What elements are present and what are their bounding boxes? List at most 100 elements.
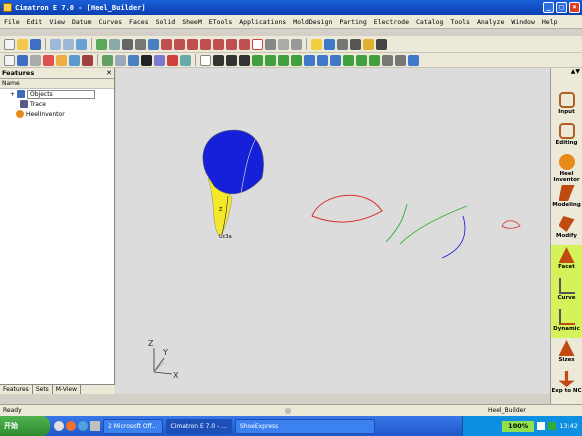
- start-button[interactable]: 开始: [0, 416, 50, 436]
- cube-back-icon[interactable]: [213, 38, 224, 50]
- cube-dim-icon[interactable]: [239, 38, 250, 50]
- project-icon[interactable]: [291, 54, 302, 66]
- guide-modeling[interactable]: Modeling: [551, 183, 582, 214]
- menu-parting[interactable]: Parting: [339, 18, 366, 26]
- merge-icon[interactable]: [343, 54, 354, 66]
- guide-dynamic[interactable]: Dynamic: [551, 307, 582, 338]
- menu-file[interactable]: File: [4, 18, 20, 26]
- menu-analyze[interactable]: Analyze: [477, 18, 504, 26]
- axis-icon[interactable]: [69, 54, 80, 66]
- spline-icon[interactable]: [239, 54, 250, 66]
- line-icon[interactable]: [200, 54, 211, 66]
- tab-m-view[interactable]: M-View: [53, 385, 82, 394]
- zoom-icon[interactable]: [122, 38, 133, 50]
- new-icon[interactable]: [4, 38, 15, 50]
- model-canvas[interactable]: Z Uc3a Z Y X: [116, 68, 550, 394]
- tree-item-trace[interactable]: Trace: [0, 99, 114, 109]
- guide-input[interactable]: Input: [551, 90, 582, 121]
- quicklaunch-media-icon[interactable]: [78, 421, 88, 431]
- quicklaunch-desktop-icon[interactable]: [90, 421, 100, 431]
- info-icon[interactable]: [324, 38, 335, 50]
- menu-curves[interactable]: Curves: [99, 18, 122, 26]
- trim-icon[interactable]: [265, 54, 276, 66]
- task-cimatron[interactable]: Cimatron E 7.0 - ...: [165, 418, 232, 434]
- arc-icon[interactable]: [213, 54, 224, 66]
- tab-features[interactable]: Features: [0, 385, 33, 394]
- menu-faces[interactable]: Faces: [129, 18, 149, 26]
- select-icon[interactable]: [109, 38, 120, 50]
- open-icon[interactable]: [17, 38, 28, 50]
- menu-applications[interactable]: Applications: [239, 18, 286, 26]
- datum-icon[interactable]: [17, 54, 28, 66]
- extend-icon[interactable]: [369, 54, 380, 66]
- menu-view[interactable]: View: [49, 18, 65, 26]
- tab-sets[interactable]: Sets: [33, 385, 53, 394]
- minimize-button[interactable]: _: [543, 2, 554, 13]
- view-icon[interactable]: [96, 38, 107, 50]
- guide-exp-to-nc[interactable]: Exp to NC: [551, 369, 582, 400]
- tree-item-heelinventor[interactable]: HeelInventor: [0, 109, 114, 119]
- check-icon[interactable]: [395, 54, 406, 66]
- panel-close-icon[interactable]: ✕: [106, 68, 112, 79]
- menu-sheem[interactable]: SheeM: [182, 18, 202, 26]
- menu-solid[interactable]: Solid: [156, 18, 176, 26]
- guide-curve[interactable]: Curve: [551, 276, 582, 307]
- export-icon[interactable]: [408, 54, 419, 66]
- blend-icon[interactable]: [141, 54, 152, 66]
- quicklaunch-ie-icon[interactable]: [54, 421, 64, 431]
- surface-icon[interactable]: [304, 54, 315, 66]
- menu-help[interactable]: Help: [542, 18, 558, 26]
- pan-icon[interactable]: [135, 38, 146, 50]
- csys-icon[interactable]: [82, 54, 93, 66]
- task-microsoft-office[interactable]: 2 Microsoft Off...: [103, 418, 163, 434]
- guide-editing[interactable]: Editing: [551, 121, 582, 152]
- tree-item-objects[interactable]: + Objects: [0, 89, 114, 99]
- guide-heel-inventor[interactable]: Heel Inventor: [551, 152, 582, 183]
- rotate-icon[interactable]: [148, 38, 159, 50]
- menu-catalog[interactable]: Catalog: [416, 18, 443, 26]
- menu-etools[interactable]: ETools: [209, 18, 232, 26]
- menu-electrode[interactable]: Electrode: [374, 18, 409, 26]
- paint-icon[interactable]: [363, 38, 374, 50]
- patch-icon[interactable]: [330, 54, 341, 66]
- close-button[interactable]: ×: [569, 2, 580, 13]
- grid-icon[interactable]: [350, 38, 361, 50]
- fillet-icon[interactable]: [278, 54, 289, 66]
- light-icon[interactable]: [311, 38, 322, 50]
- save-icon[interactable]: [30, 38, 41, 50]
- menu-window[interactable]: Window: [511, 18, 534, 26]
- round-icon[interactable]: [180, 54, 191, 66]
- tray-volume-icon[interactable]: [548, 422, 557, 430]
- guide-sizes[interactable]: Sizes: [551, 338, 582, 369]
- cube-side-icon[interactable]: [187, 38, 198, 50]
- cube-iso-icon[interactable]: [200, 38, 211, 50]
- expand-icon[interactable]: +: [10, 91, 15, 98]
- cube-top-icon[interactable]: [174, 38, 185, 50]
- wire-icon[interactable]: [265, 38, 276, 50]
- point-icon[interactable]: [43, 54, 54, 66]
- shell-icon[interactable]: [154, 54, 165, 66]
- repeat-icon[interactable]: [76, 38, 87, 50]
- undo-icon[interactable]: [50, 38, 61, 50]
- sketch-icon[interactable]: [4, 54, 15, 66]
- guide-modify[interactable]: Modify: [551, 214, 582, 245]
- filter-icon[interactable]: [30, 54, 41, 66]
- cube-front-icon[interactable]: [161, 38, 172, 50]
- plane-icon[interactable]: [56, 54, 67, 66]
- extrude-icon[interactable]: [102, 54, 113, 66]
- cube-bottom-icon[interactable]: [226, 38, 237, 50]
- menu-datum[interactable]: Datum: [72, 18, 92, 26]
- circle-icon[interactable]: [226, 54, 237, 66]
- loft-icon[interactable]: [317, 54, 328, 66]
- quicklaunch-firefox-icon[interactable]: [66, 421, 76, 431]
- measure-icon[interactable]: [337, 38, 348, 50]
- display-icon[interactable]: [278, 38, 289, 50]
- task-shoeexpress[interactable]: ShoeExpress: [234, 418, 375, 434]
- analysis-icon[interactable]: [382, 54, 393, 66]
- guide-facet[interactable]: Facet: [551, 245, 582, 276]
- layer-icon[interactable]: [291, 38, 302, 50]
- tray-network-icon[interactable]: [537, 422, 546, 430]
- menu-tools[interactable]: Tools: [450, 18, 470, 26]
- revolve-icon[interactable]: [115, 54, 126, 66]
- cut-icon[interactable]: [167, 54, 178, 66]
